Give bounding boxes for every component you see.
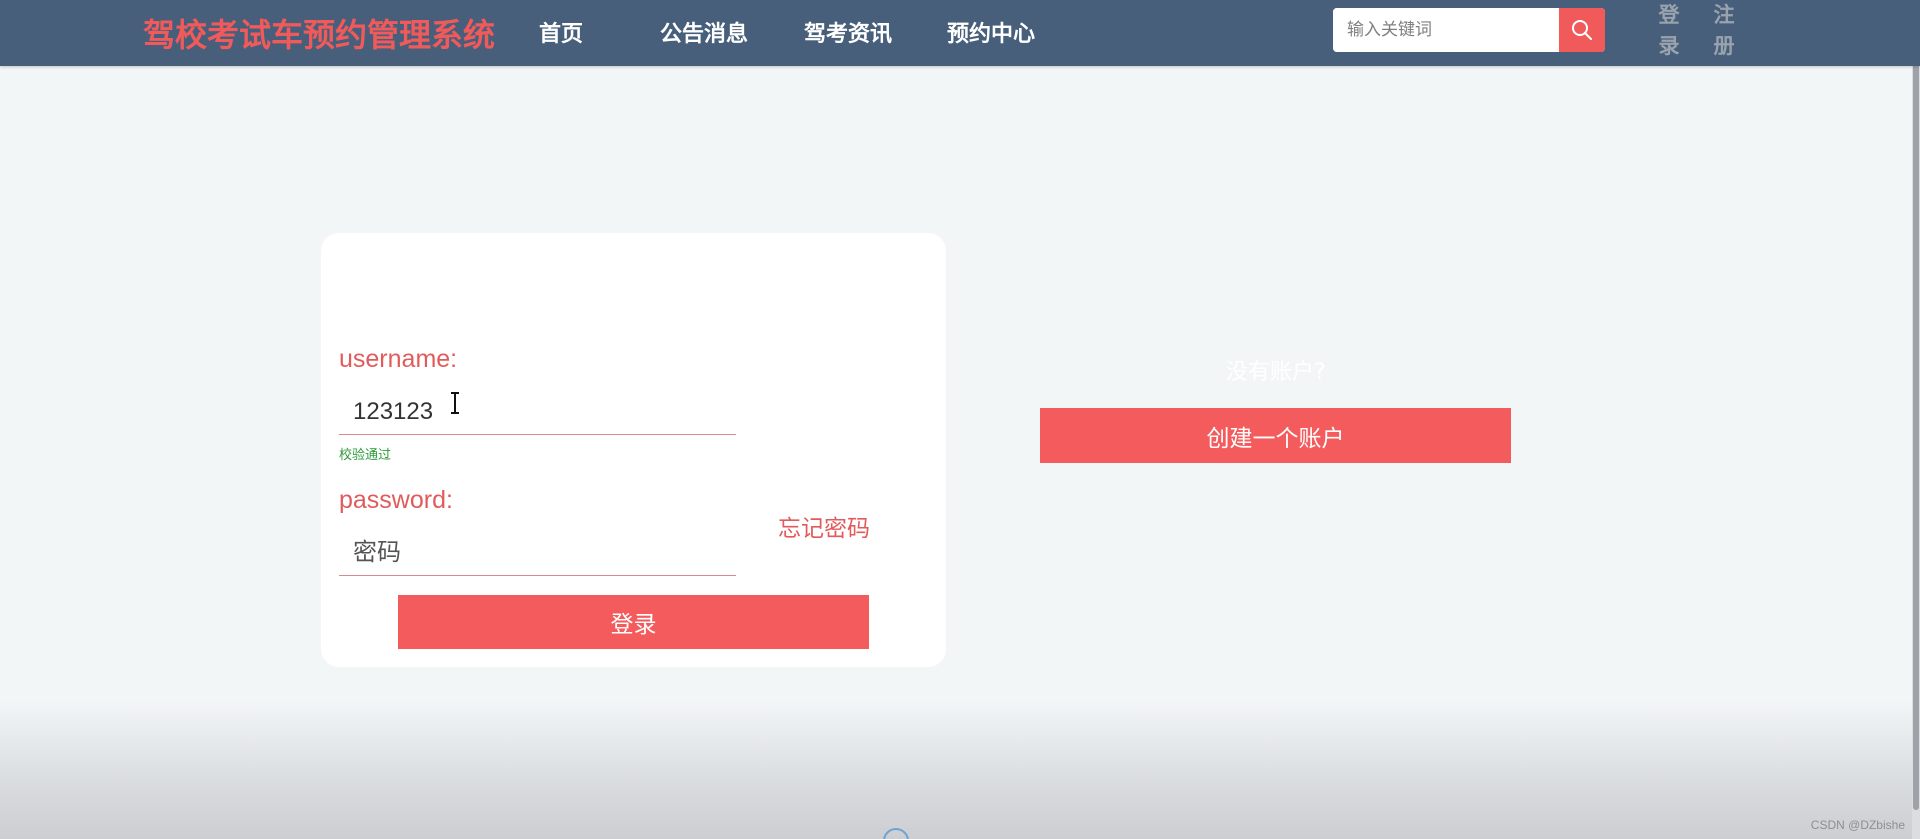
username-input[interactable] (339, 389, 736, 435)
register-link[interactable]: 注册 (1711, 0, 1737, 62)
top-navbar: 驾校考试车预约管理系统 首页 公告消息 驾考资讯 预约中心 登录 注册 (0, 0, 1920, 66)
nav-notice[interactable]: 公告消息 (660, 16, 748, 48)
page: 驾校考试车预约管理系统 首页 公告消息 驾考资讯 预约中心 登录 注册 user… (0, 0, 1920, 839)
login-button[interactable]: 登录 (398, 595, 869, 649)
create-account-button[interactable]: 创建一个账户 (1040, 408, 1511, 463)
password-input[interactable] (339, 530, 736, 576)
vertical-scrollbar[interactable] (1912, 0, 1920, 839)
password-label: password: (339, 486, 453, 514)
watermark: CSDN @DZbishe (1810, 818, 1905, 832)
search-box (1333, 8, 1605, 52)
login-card: username: 校验通过 password: 忘记密码 登录 (321, 233, 946, 667)
scrollbar-thumb[interactable] (1913, 0, 1919, 810)
username-validation-message: 校验通过 (339, 448, 392, 463)
username-label: username: (339, 345, 458, 373)
search-icon (1572, 20, 1592, 40)
site-title[interactable]: 驾校考试车预约管理系统 (143, 10, 495, 56)
text-cursor-icon (451, 392, 459, 414)
forgot-password-link[interactable]: 忘记密码 (778, 509, 870, 543)
nav-booking-center[interactable]: 预约中心 (947, 16, 1035, 48)
nav-home[interactable]: 首页 (539, 16, 583, 48)
search-input[interactable] (1333, 8, 1559, 52)
nav-news[interactable]: 驾考资讯 (804, 16, 892, 48)
login-link[interactable]: 登录 (1656, 0, 1682, 62)
search-button[interactable] (1559, 8, 1605, 52)
bottom-gradient (0, 700, 1920, 839)
no-account-prompt: 没有账户? (1226, 360, 1326, 385)
